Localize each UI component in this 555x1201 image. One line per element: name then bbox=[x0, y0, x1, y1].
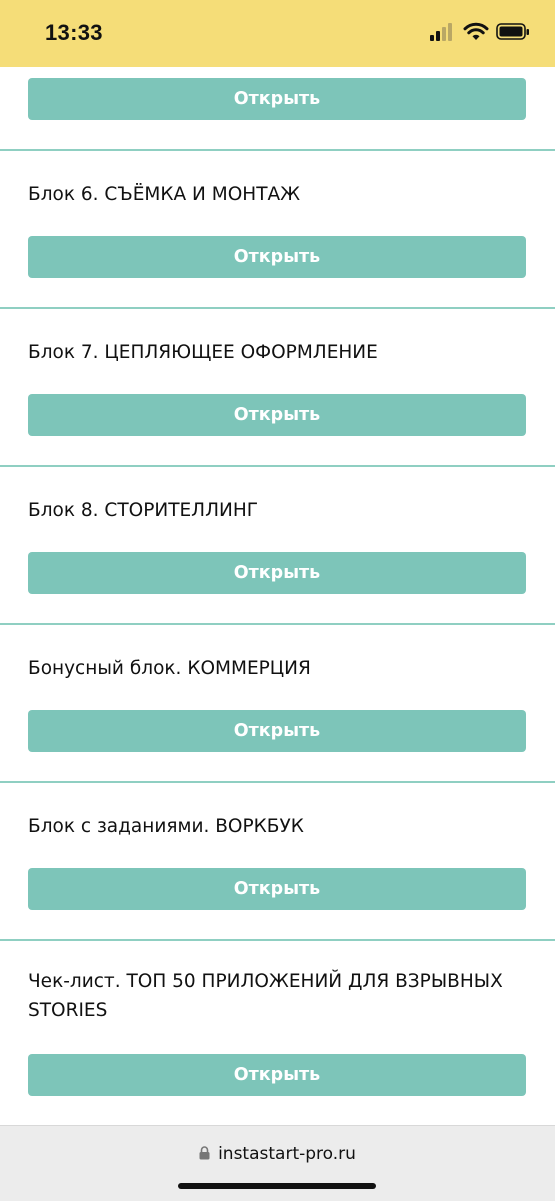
section-title: Чек-лист. ТОП 50 ПРИЛОЖЕНИЙ ДЛЯ ВЗРЫВНЫХ… bbox=[28, 971, 503, 1021]
section-title: Блок 7. ЦЕПЛЯЮЩЕЕ ОФОРМЛЕНИЕ bbox=[28, 342, 378, 363]
status-bar: 13:33 bbox=[0, 0, 555, 67]
lesson-section: Блок 7. ЦЕПЛЯЮЩЕЕ ОФОРМЛЕНИЕ Открыть bbox=[0, 309, 555, 467]
open-button[interactable]: Открыть bbox=[28, 236, 526, 278]
section-title: Блок с заданиями. ВОРКБУК bbox=[28, 816, 304, 837]
lesson-section: Блок с заданиями. ВОРКБУК Открыть bbox=[0, 783, 555, 941]
lock-icon bbox=[199, 1146, 210, 1160]
open-button[interactable]: Открыть bbox=[28, 78, 526, 120]
open-button[interactable]: Открыть bbox=[28, 868, 526, 910]
lesson-section: Блок 6. СЪЁМКА И МОНТАЖ Открыть bbox=[0, 151, 555, 309]
battery-icon bbox=[496, 23, 529, 40]
open-button[interactable]: Открыть bbox=[28, 710, 526, 752]
section-title: Бонусный блок. КОММЕРЦИЯ bbox=[28, 658, 311, 679]
section-title: Блок 6. СЪЁМКА И МОНТАЖ bbox=[28, 184, 301, 205]
status-time: 13:33 bbox=[45, 20, 103, 45]
open-button[interactable]: Открыть bbox=[28, 552, 526, 594]
lesson-section: Бонусный блок. КОММЕРЦИЯ Открыть bbox=[0, 625, 555, 783]
status-icons bbox=[430, 22, 530, 48]
signal-icon bbox=[430, 23, 452, 41]
home-indicator[interactable] bbox=[178, 1183, 376, 1189]
address-bar[interactable]: instastart-pro.ru bbox=[0, 1144, 555, 1164]
open-button[interactable]: Открыть bbox=[28, 1054, 526, 1096]
lessons-list: Открыть Блок 6. СЪЁМКА И МОНТАЖ Открыть … bbox=[0, 67, 555, 1125]
browser-url-bar[interactable]: instastart-pro.ru bbox=[0, 1125, 555, 1201]
lesson-section: Блок 8. СТОРИТЕЛЛИНГ Открыть bbox=[0, 467, 555, 625]
lesson-section: Открыть bbox=[0, 67, 555, 151]
open-button[interactable]: Открыть bbox=[28, 394, 526, 436]
lesson-section: Чек-лист. ТОП 50 ПРИЛОЖЕНИЙ ДЛЯ ВЗРЫВНЫХ… bbox=[0, 941, 555, 1125]
wifi-icon bbox=[463, 22, 489, 40]
url-text: instastart-pro.ru bbox=[218, 1144, 356, 1164]
section-title: Блок 8. СТОРИТЕЛЛИНГ bbox=[28, 500, 259, 521]
